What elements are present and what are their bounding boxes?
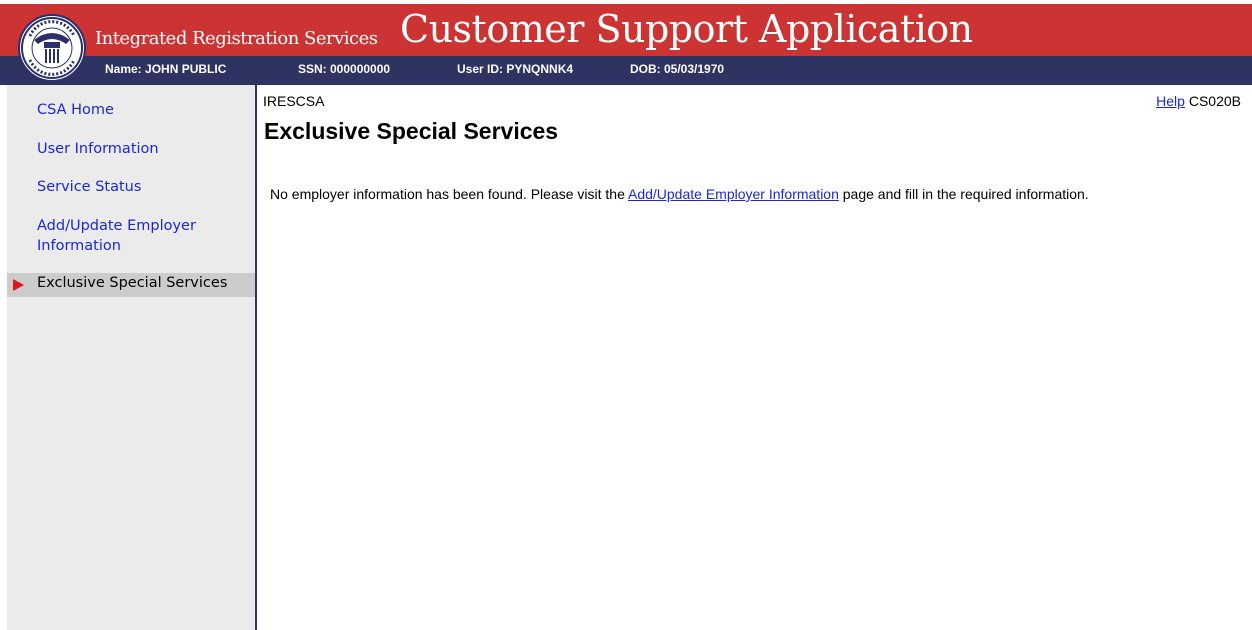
sidebar-item-user-information[interactable]: User Information — [37, 139, 159, 159]
sidebar-item-label-line2: Information — [37, 238, 121, 254]
user-dob: DOB: 05/03/1970 — [630, 62, 725, 76]
user-ssn: SSN: 000000000 — [298, 62, 391, 76]
header-banner: Integrated Registration Services Custome… — [0, 0, 1252, 82]
info-message: No employer information has been found. … — [270, 186, 1245, 202]
help-link[interactable]: Help — [1156, 93, 1185, 109]
message-text-after: page and fill in the required informatio… — [838, 186, 1089, 202]
app-title: Customer Support Application — [400, 7, 973, 51]
red-arrow-icon — [13, 279, 24, 291]
sidebar-item-add-update-employer[interactable]: Add/Update Employer Information — [37, 216, 196, 256]
add-update-employer-link[interactable]: Add/Update Employer Information — [628, 186, 839, 202]
screen-id: CS020B — [1188, 93, 1241, 109]
user-info-bar: Name: JOHN PUBLIC SSN: 000000000 User ID… — [0, 56, 1252, 85]
app-code: IRESCSA — [263, 93, 325, 109]
sidebar-item-label-line1: Add/Update Employer — [37, 218, 196, 234]
sidebar-item-exclusive-special-services[interactable]: Exclusive Special Services — [7, 273, 255, 297]
sidebar-nav: CSA Home User Information Service Status… — [7, 85, 257, 630]
help-area: Help CS020B — [1156, 93, 1241, 109]
ssa-seal-icon — [18, 14, 86, 82]
sidebar-item-csa-home[interactable]: CSA Home — [37, 100, 114, 120]
sidebar-item-service-status[interactable]: Service Status — [37, 177, 141, 197]
app-subtitle: Integrated Registration Services — [95, 28, 378, 49]
sidebar-item-label: Exclusive Special Services — [37, 275, 228, 291]
user-id: User ID: PYNQNNK4 — [457, 62, 574, 76]
message-text-before: No employer information has been found. … — [270, 186, 628, 202]
user-name: Name: JOHN PUBLIC — [105, 62, 227, 76]
page-title: Exclusive Special Services — [264, 118, 559, 144]
